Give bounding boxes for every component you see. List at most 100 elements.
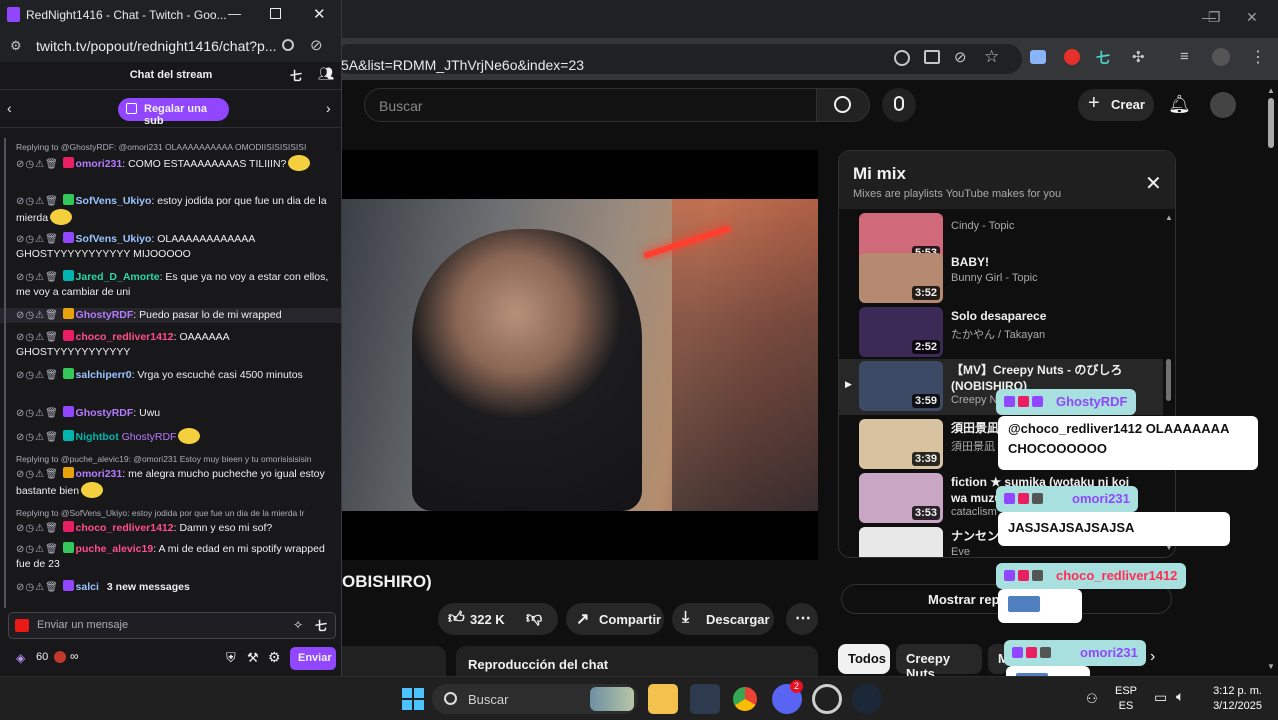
chat-username[interactable]: omori231 [76,158,123,170]
chip-creepy-nuts[interactable]: Creepy Nuts [896,644,982,681]
start-button[interactable] [398,684,428,714]
send-button[interactable]: Enviar [290,647,336,670]
chat-username[interactable]: GhostyRDF [76,407,134,419]
scroll-up-icon[interactable]: ▲ [1165,213,1173,222]
taskbar-search[interactable]: Buscar [432,684,638,714]
mod-actions-icon[interactable]: ⊘◷⚠🗑 [16,196,63,207]
voice-search-button[interactable] [882,88,916,122]
extension-icon[interactable] [1030,50,1046,64]
eye-off-icon[interactable]: ⊘ [310,36,323,54]
chat-message[interactable]: ⊘◷⚠🗑 GhostyRDF: Puedo pasar lo de mi wra… [0,308,341,323]
emote-picker-icon[interactable]: ✧ [293,618,303,632]
chat-username[interactable]: SofVens_Ukiyo [76,233,152,245]
mod-actions-icon[interactable]: ⊘◷⚠🗑 [16,234,63,245]
account-avatar[interactable] [1210,92,1236,118]
dislike-icon[interactable]: 👎︎ [526,609,542,628]
chat-message[interactable]: ⊘◷⚠🗑 GhostyRDF: Uwu [0,406,341,421]
chat-username[interactable]: GhostyRDF [76,309,134,321]
chat-message[interactable]: ⊘◷⚠🗑 puche_alevic19: A mi de edad en mi … [0,542,341,572]
language-indicator[interactable]: ESP ES [1112,684,1140,714]
video-player[interactable] [342,150,818,560]
chat-message[interactable]: ⊘◷⚠🗑 salci 3 new messages [0,580,341,595]
mod-actions-icon[interactable]: ⊘◷⚠🗑 [16,159,63,170]
site-settings-icon[interactable]: ⚙ [10,38,22,54]
install-icon[interactable] [924,50,940,64]
restore-icon[interactable]: ❐ [1208,9,1221,26]
chat-message[interactable]: ⊘◷⚠🗑 choco_redliver1412: OAAAAAA GHOSTYY… [0,330,341,360]
zoom-icon[interactable] [894,50,910,66]
address-bar[interactable]: c5A&list=RDMM_JThVrjNe6o&index=23 [334,44,1022,74]
chat-input[interactable]: Enviar un mensaje ✧ 七 [8,612,336,639]
chat-username[interactable]: puche_alevic19 [76,543,154,555]
maximize-icon[interactable] [270,8,281,19]
steam-icon[interactable] [852,684,882,714]
minimize-icon[interactable]: — [228,6,241,21]
chat-username[interactable]: SofVens_Ukiyo [76,195,152,207]
chat-username[interactable]: salci [76,581,99,593]
chat-message[interactable]: ⊘◷⚠🗑 salchiperr0: Vrga yo escuché casi 4… [0,368,341,383]
shield-icon[interactable]: ⛨ [226,650,236,666]
mix-item[interactable]: 3:52 BABY! Bunny Girl - Topic [839,251,1163,307]
media-icon[interactable]: ≡ [1180,48,1189,65]
close-icon[interactable]: ✕ [1246,9,1258,26]
translate-icon[interactable]: 七 [290,67,302,84]
new-messages-indicator[interactable]: 3 new messages [107,581,190,593]
reply-context[interactable]: Replying to @SofVens_Ukiyo: estoy jodida… [0,508,341,518]
bits-icon[interactable] [15,619,29,632]
reply-context[interactable]: Replying to @puche_alevic19: @omori231 E… [0,454,341,464]
volume-icon[interactable]: 🔈︎ [1176,688,1184,705]
page-scrollbar[interactable]: ▲ ▼ [1264,80,1278,676]
chat-username[interactable]: choco_redliver1412 [76,331,174,343]
obs-icon[interactable] [812,684,842,714]
chat-username[interactable]: Nightbot [76,431,119,443]
wifi-icon[interactable]: ⚇ [1086,691,1098,707]
mod-actions-icon[interactable]: ⊘◷⚠🗑 [16,469,63,480]
search-button[interactable] [816,88,870,122]
close-icon[interactable]: ✕ [1145,171,1162,196]
mod-actions-icon[interactable]: ⊘◷⚠🗑 [16,432,63,443]
chat-username[interactable]: omori231 [76,468,123,480]
chip-all[interactable]: Todos [838,644,890,674]
discord-icon[interactable]: 2 [772,680,803,714]
page-scroll-thumb[interactable] [1268,98,1274,148]
mod-actions-icon[interactable]: ⊘◷⚠🗑 [16,310,63,321]
network-icon[interactable]: ▭ [1154,689,1167,706]
share-button[interactable]: ↗ Compartir [566,603,664,635]
mix-scrollbar[interactable]: ▲ ▼ [1165,211,1173,552]
scroll-down-icon[interactable]: ▼ [1267,662,1275,671]
app-icon[interactable] [690,684,720,714]
mix-item[interactable]: 2:52 Solo desaparece たかやん / Takayan [839,305,1163,361]
mix-scroll-thumb[interactable] [1166,359,1171,401]
eye-off-icon[interactable]: ⊘ [954,48,967,66]
gift-sub-button[interactable]: Regalar una sub [118,98,229,127]
bell-icon[interactable]: 🔔︎ [1168,94,1191,115]
chrome-icon[interactable] [730,684,760,714]
puzzle-icon[interactable]: ✣ [1132,48,1145,66]
users-icon[interactable]: 👥︎ [318,66,335,82]
chat-message[interactable]: ⊘◷⚠🗑 Jared_D_Amorte: Es que ya no voy a … [0,270,341,300]
zoom-icon[interactable] [282,39,294,51]
settings-gear-icon[interactable]: ⚙ [268,649,281,666]
search-input[interactable]: Buscar [364,88,817,122]
chevron-left-icon[interactable]: ‹ [7,100,12,116]
mod-actions-icon[interactable]: ⊘◷⚠🗑 [16,523,63,534]
reply-context[interactable]: Replying to @GhostyRDF: @omori231 OLAAAA… [0,142,341,152]
prediction-icon[interactable] [54,651,66,663]
scroll-up-icon[interactable]: ▲ [1267,86,1275,95]
mod-actions-icon[interactable]: ⊘◷⚠🗑 [16,272,63,283]
menu-kebab-icon[interactable]: ⋮ [1250,47,1266,67]
translate-icon[interactable]: 七 [1096,48,1110,68]
mod-actions-icon[interactable]: ⊘◷⚠🗑 [16,408,63,419]
mod-actions-icon[interactable]: ⊘◷⚠🗑 [16,582,63,593]
chat-message[interactable]: ⊘◷⚠🗑 omori231: COMO ESTAAAAAAAAS TILIIIN… [0,155,341,172]
chat-username[interactable]: choco_redliver1412 [76,522,174,534]
create-button[interactable]: + Crear [1078,89,1154,121]
mod-actions-icon[interactable]: ⊘◷⚠🗑 [16,370,63,381]
channel-points-icon[interactable]: ◈ [16,651,25,665]
close-icon[interactable]: ✕ [313,5,326,23]
chat-username[interactable]: Jared_D_Amorte [76,271,160,283]
chat-message[interactable]: ⊘◷⚠🗑 choco_redliver1412: Damn y eso mi s… [0,521,341,536]
translate-icon[interactable]: 七 [315,617,327,634]
mod-actions-icon[interactable]: ⊘◷⚠🗑 [16,544,63,555]
like-count[interactable]: 322 K [470,612,505,627]
